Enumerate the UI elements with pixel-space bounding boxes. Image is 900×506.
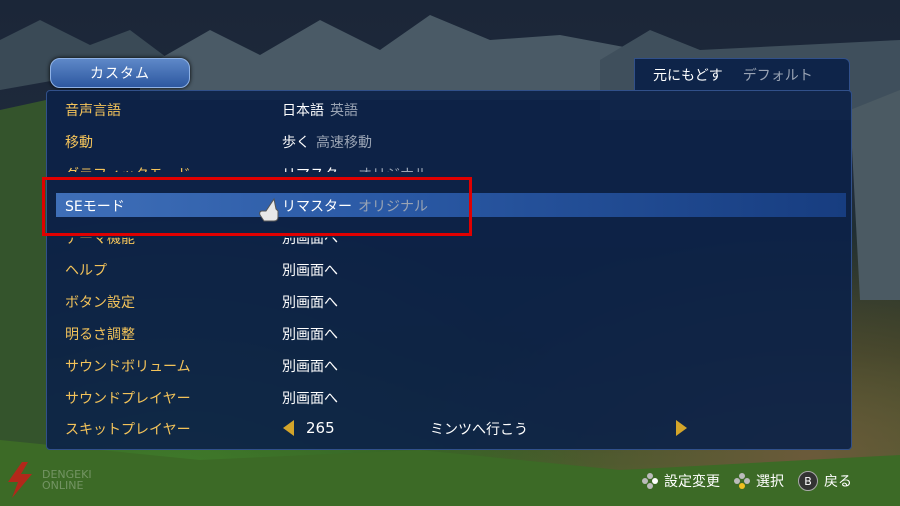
setting-label: 音声言語 <box>65 103 121 119</box>
dpad-icon <box>642 473 658 489</box>
setting-option-alt[interactable]: 高速移動 <box>316 135 372 151</box>
setting-value: 別画面へ <box>282 391 338 407</box>
arrow-right-icon[interactable] <box>676 420 687 436</box>
setting-value: 日本語 英語 <box>282 103 358 119</box>
change-setting-label: 設定変更 <box>664 474 720 490</box>
back-label: 戻る <box>824 474 852 490</box>
setting-value: 別画面へ <box>282 327 338 343</box>
lightning-icon <box>8 462 32 498</box>
annotation-highlight-box <box>42 177 472 236</box>
setting-label: ヘルプ <box>65 263 107 279</box>
hand-cursor-icon <box>258 197 280 227</box>
setting-label: サウンドプレイヤー <box>65 391 191 407</box>
setting-label: ボタン設定 <box>65 295 135 311</box>
reset-button[interactable]: 元にもどす <box>653 65 723 85</box>
setting-label: 移動 <box>65 135 93 151</box>
logo-text-2: ONLINE <box>42 479 84 492</box>
setting-label: 明るさ調整 <box>65 327 135 343</box>
reset-default-bar: 元にもどす デフォルト <box>634 58 850 91</box>
select-label: 選択 <box>756 474 784 490</box>
button-guide: 設定変更 選択 B 戻る <box>642 471 852 491</box>
setting-option-alt[interactable]: 英語 <box>330 103 358 119</box>
setting-row-sound-player[interactable]: サウンドプレイヤー 別画面へ <box>46 381 850 413</box>
setting-row-brightness[interactable]: 明るさ調整 別画面へ <box>46 317 850 349</box>
b-button-icon: B <box>798 471 818 491</box>
setting-value: 別画面へ <box>282 263 338 279</box>
face-buttons-icon <box>734 473 750 489</box>
setting-row-button-config[interactable]: ボタン設定 別画面へ <box>46 285 850 317</box>
setting-row-help[interactable]: ヘルプ 別画面へ <box>46 253 850 285</box>
setting-label: サウンドボリューム <box>65 359 191 375</box>
setting-row-voice-language[interactable]: 音声言語 日本語 英語 <box>46 93 850 125</box>
watermark-logo: DENGEKI ONLINE <box>4 462 92 498</box>
setting-row-sound-volume[interactable]: サウンドボリューム 別画面へ <box>46 349 850 381</box>
arrow-left-icon[interactable] <box>283 420 294 436</box>
setting-label: スキットプレイヤー <box>65 422 191 438</box>
setting-value: 別画面へ <box>282 295 338 311</box>
setting-value: 歩く 高速移動 <box>282 135 372 151</box>
setting-value: 別画面へ <box>282 359 338 375</box>
skit-number: 265 <box>306 419 335 437</box>
skit-title: ミンツへ行こう <box>430 422 528 438</box>
default-button[interactable]: デフォルト <box>743 65 813 85</box>
setting-row-movement[interactable]: 移動 歩く 高速移動 <box>46 125 850 157</box>
tab-custom[interactable]: カスタム <box>50 58 190 88</box>
